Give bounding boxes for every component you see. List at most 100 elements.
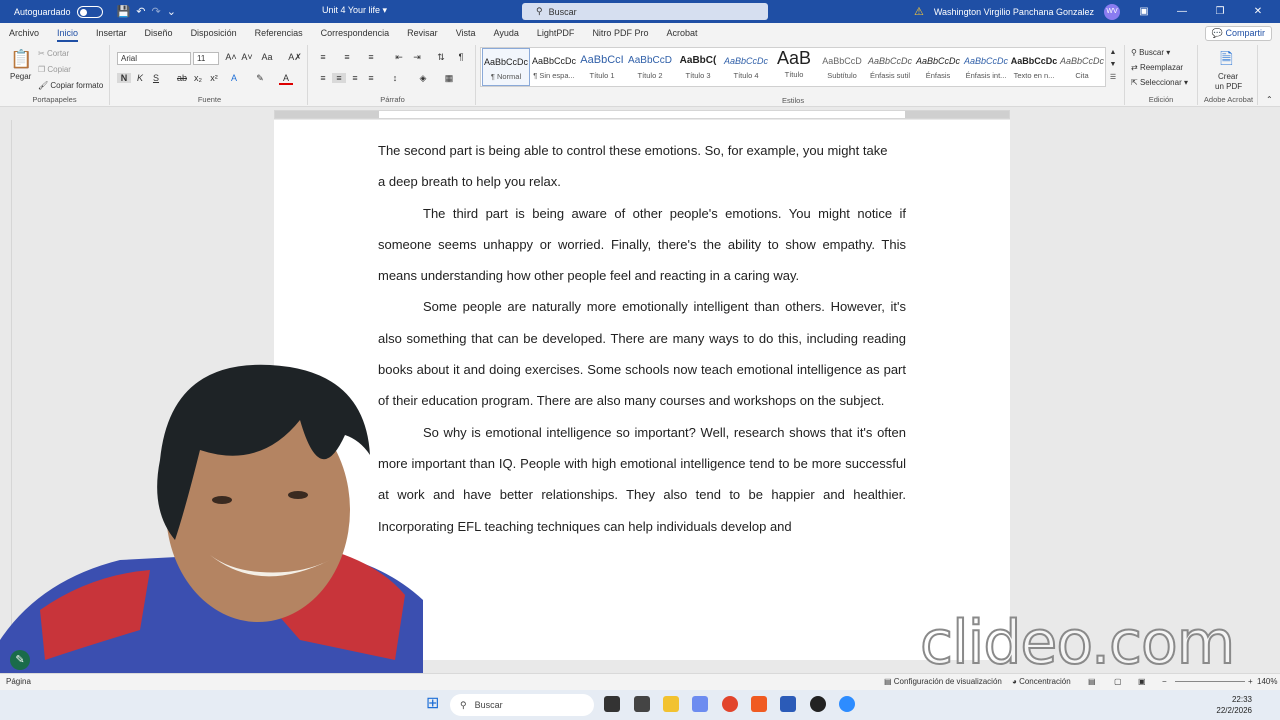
format-painter-button[interactable]: 🖌 Copiar formato: [38, 81, 103, 90]
word-icon[interactable]: [780, 696, 796, 712]
styles-scroll-down-icon[interactable]: ▼: [1106, 61, 1120, 68]
tab-lightpdf[interactable]: LightPDF: [528, 23, 584, 43]
font-size-select[interactable]: 11: [193, 52, 219, 65]
document-title[interactable]: Unit 4 Your life ▾: [322, 5, 387, 16]
replace-button[interactable]: ⇄ Reemplazar: [1131, 63, 1183, 72]
align-right-icon[interactable]: ≡: [348, 73, 362, 83]
style-heading-3[interactable]: AaBbC(Título 3: [674, 48, 722, 86]
paste-icon[interactable]: 📋: [10, 49, 32, 70]
decrease-indent-icon[interactable]: ⇤: [392, 52, 406, 63]
style-subtitle[interactable]: AaBbCcD Subtítulo: [818, 48, 866, 86]
zoom-slider[interactable]: [1175, 681, 1245, 682]
store-icon[interactable]: [634, 696, 650, 712]
chrome-icon[interactable]: [722, 696, 738, 712]
autosave-toggle[interactable]: [76, 5, 103, 18]
system-clock[interactable]: 22:33 22/2/2026: [1216, 694, 1252, 716]
strikethrough-icon[interactable]: ab: [175, 73, 189, 83]
page-count[interactable]: Página: [6, 677, 31, 686]
increase-indent-icon[interactable]: ⇥: [410, 52, 424, 63]
file-explorer-icon[interactable]: [663, 696, 679, 712]
print-layout-icon[interactable]: ▢: [1114, 677, 1122, 686]
style-intense-emphasis[interactable]: AaBbCcDc Énfasis int...: [962, 48, 1010, 86]
bold-icon[interactable]: N: [117, 73, 131, 83]
zoom-out-icon[interactable]: −: [1162, 677, 1167, 686]
undo-icon[interactable]: ↶: [136, 5, 145, 18]
copilot-icon[interactable]: [692, 696, 708, 712]
subscript-icon[interactable]: x₂: [191, 73, 205, 83]
tab-vista[interactable]: Vista: [447, 23, 485, 43]
paragraph[interactable]: The second part is being able to control…: [378, 135, 906, 198]
borders-icon[interactable]: ▦: [442, 73, 456, 84]
align-center-icon[interactable]: ≡: [332, 73, 346, 83]
justify-icon[interactable]: ≡: [364, 73, 378, 83]
superscript-icon[interactable]: x²: [207, 73, 221, 83]
shrink-font-icon[interactable]: A˅: [240, 52, 254, 62]
style-quote[interactable]: AaBbCcDc Cita: [1058, 48, 1106, 86]
tab-referencias[interactable]: Referencias: [246, 23, 312, 43]
copy-button[interactable]: ❐ Copiar: [38, 65, 71, 74]
share-button[interactable]: 💬 Compartir: [1204, 26, 1272, 41]
bullets-icon[interactable]: ≡: [316, 52, 330, 62]
style-title[interactable]: AaB Título: [770, 48, 818, 86]
styles-more-icon[interactable]: ☰: [1106, 73, 1120, 81]
close-icon[interactable]: ✕: [1244, 6, 1272, 17]
find-button[interactable]: ⚲ Buscar ▾: [1131, 48, 1170, 57]
clear-format-icon[interactable]: A✗: [288, 52, 302, 63]
task-view-icon[interactable]: [604, 696, 620, 712]
paragraph[interactable]: The third part is being aware of other p…: [378, 198, 906, 292]
redo-icon[interactable]: ↷: [151, 5, 160, 18]
warning-icon[interactable]: ⚠: [914, 5, 924, 18]
align-left-icon[interactable]: ≡: [316, 73, 330, 83]
highlight-icon[interactable]: ✎: [253, 73, 267, 84]
paragraph[interactable]: Some people are naturally more emotional…: [378, 291, 906, 416]
style-strong[interactable]: AaBbCcDc Texto en n...: [1010, 48, 1058, 86]
paste-button[interactable]: Pegar: [10, 72, 31, 81]
style-normal[interactable]: AaBbCcDc ¶ Normal: [482, 48, 530, 86]
customize-toolbar-icon[interactable]: ⌄: [167, 5, 176, 18]
ribbon-display-icon[interactable]: ▣: [1130, 6, 1158, 17]
zoom-app-icon[interactable]: [839, 696, 855, 712]
tab-archivo[interactable]: Archivo: [0, 23, 48, 43]
tab-revisar[interactable]: Revisar: [398, 23, 447, 43]
zoom-in-icon[interactable]: +: [1248, 677, 1253, 686]
restore-icon[interactable]: ❐: [1206, 6, 1234, 17]
create-pdf-label-1[interactable]: Crear: [1218, 72, 1238, 81]
read-mode-icon[interactable]: ▤: [1088, 677, 1096, 686]
styles-scroll-up-icon[interactable]: ▲: [1106, 49, 1120, 56]
style-no-spacing[interactable]: AaBbCcDc ¶ Sin espa...: [530, 48, 578, 86]
select-button[interactable]: ⇱ Seleccionar ▾: [1131, 78, 1188, 87]
tab-diseno[interactable]: Diseño: [136, 23, 182, 43]
numbering-icon[interactable]: ≡: [340, 52, 354, 62]
font-color-icon[interactable]: A: [279, 73, 293, 85]
style-heading-4[interactable]: AaBbCcDc Título 4: [722, 48, 770, 86]
line-spacing-icon[interactable]: ↕: [388, 73, 402, 83]
minimize-icon[interactable]: —: [1168, 6, 1196, 17]
tab-insertar[interactable]: Insertar: [87, 23, 136, 43]
ruler-track[interactable]: [274, 110, 1010, 119]
style-emphasis[interactable]: AaBbCcDc Énfasis: [914, 48, 962, 86]
shading-icon[interactable]: ◈: [416, 73, 430, 84]
windows-start-icon[interactable]: ⊞: [426, 696, 442, 712]
style-heading-1[interactable]: AaBbCcI Título 1: [578, 48, 626, 86]
change-case-icon[interactable]: Aa: [260, 52, 274, 62]
taskbar-search[interactable]: ⚲ Buscar: [450, 694, 594, 716]
document-body[interactable]: The second part is being able to control…: [378, 120, 906, 542]
style-subtle-emphasis[interactable]: AaBbCcDc Énfasis sutil: [866, 48, 914, 86]
tab-ayuda[interactable]: Ayuda: [485, 23, 528, 43]
text-effects-icon[interactable]: A: [227, 73, 241, 83]
document-page[interactable]: The second part is being able to control…: [274, 120, 1010, 660]
tab-acrobat[interactable]: Acrobat: [657, 23, 706, 43]
cut-button[interactable]: ✂ Cortar: [38, 49, 69, 58]
create-pdf-icon[interactable]: 🗎: [1220, 48, 1233, 75]
brave-icon[interactable]: [751, 696, 767, 712]
tab-disposicion[interactable]: Disposición: [182, 23, 246, 43]
tab-correspondencia[interactable]: Correspondencia: [312, 23, 399, 43]
style-heading-2[interactable]: AaBbCcD Título 2: [626, 48, 674, 86]
italic-icon[interactable]: K: [133, 73, 147, 83]
web-layout-icon[interactable]: ▣: [1138, 677, 1146, 686]
tab-nitro[interactable]: Nitro PDF Pro: [583, 23, 657, 43]
grow-font-icon[interactable]: A˄: [224, 52, 238, 62]
font-family-select[interactable]: Arial: [117, 52, 191, 65]
zoom-level[interactable]: 140%: [1257, 677, 1277, 686]
underline-icon[interactable]: S: [149, 73, 163, 83]
